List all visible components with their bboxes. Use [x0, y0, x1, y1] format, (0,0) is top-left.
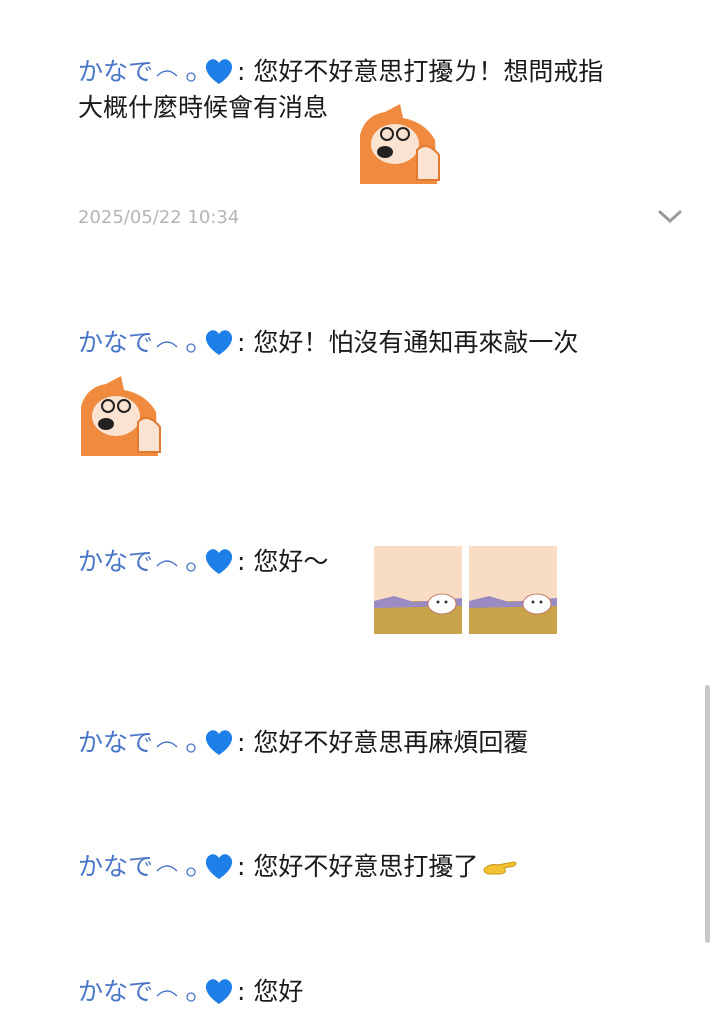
blue-heart-icon — [205, 549, 233, 574]
pointing-hand-icon — [483, 861, 517, 875]
wave-decoration-icon — [156, 741, 196, 753]
blue-heart-icon — [205, 59, 233, 84]
fox-sticker — [360, 104, 440, 184]
sender-name[interactable]: かなで — [78, 547, 153, 576]
fox-sticker — [81, 376, 161, 456]
wave-decoration-icon — [156, 990, 196, 1002]
message-3: かなで: 您好～ — [78, 547, 329, 576]
wave-decoration-icon — [156, 70, 196, 82]
sender-name[interactable]: かなで — [78, 57, 153, 86]
blue-heart-icon — [205, 730, 233, 755]
blue-heart-icon — [205, 330, 233, 355]
message-1: かなで: 您好不好意思打擾ㄌ！想問戒指 大概什麼時候會有消息 — [78, 57, 604, 122]
sender-name[interactable]: かなで — [78, 852, 153, 881]
cat-sticker — [374, 546, 462, 634]
message-5: かなで: 您好不好意思打擾了 — [78, 849, 518, 885]
timestamp: 2025/05/22 10:34 — [78, 207, 240, 228]
message-text: 您好不好意思打擾ㄌ！想問戒指 — [253, 57, 604, 86]
message-text-line2: 大概什麼時候會有消息 — [78, 93, 329, 122]
blue-heart-icon — [205, 979, 233, 1004]
sender-name[interactable]: かなで — [78, 728, 153, 757]
message-2: かなで: 您好！怕沒有通知再來敲一次 — [78, 328, 579, 357]
wave-decoration-icon — [156, 865, 196, 877]
sender-name[interactable]: かなで — [78, 977, 153, 1006]
message-text: 您好不好意思再麻煩回覆 — [253, 728, 529, 757]
message-text: 您好 — [253, 977, 304, 1006]
message-text: 您好～ — [253, 547, 329, 576]
message-4: かなで: 您好不好意思再麻煩回覆 — [78, 728, 529, 757]
cat-sticker — [469, 546, 557, 634]
wave-decoration-icon — [156, 341, 196, 353]
sender-name[interactable]: かなで — [78, 328, 153, 357]
message-6: かなで: 您好 — [78, 977, 304, 1006]
wave-decoration-icon — [156, 560, 196, 572]
message-text: 您好！怕沒有通知再來敲一次 — [253, 328, 579, 357]
message-text: 您好不好意思打擾了 — [253, 852, 479, 881]
chevron-down-icon[interactable] — [657, 208, 683, 226]
blue-heart-icon — [205, 854, 233, 879]
scrollbar[interactable] — [705, 685, 710, 943]
